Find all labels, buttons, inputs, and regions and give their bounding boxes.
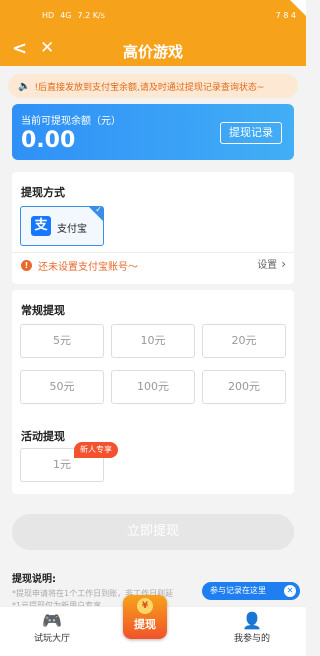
- amount-option[interactable]: 50元: [20, 370, 104, 404]
- tab-label: 我参与的: [233, 634, 270, 644]
- warning-icon: !: [21, 260, 32, 271]
- tab-withdraw[interactable]: ¥ 提现: [123, 595, 167, 641]
- alipay-warning: ! 还未设置支付宝账号～: [21, 258, 138, 273]
- explain-title: 提现说明:: [12, 574, 56, 585]
- check-icon: ✓: [95, 205, 102, 214]
- network-icon: 4G: [60, 11, 72, 20]
- page-title: 高价游戏: [122, 43, 183, 61]
- balance-amount: 0.00: [21, 128, 76, 153]
- alipay-label: 支付宝: [57, 224, 87, 235]
- balance-label: 当前可提现余额（元）: [21, 116, 121, 127]
- method-title: 提现方式: [21, 186, 65, 199]
- participation-tip[interactable]: 参与记录在这里 ✕: [202, 582, 300, 600]
- yen-icon: ¥: [137, 598, 153, 614]
- chevron-right-icon: ›: [281, 257, 286, 271]
- warning-text: 还未设置支付宝账号～: [38, 262, 138, 273]
- tab-play-hall[interactable]: 🎮 试玩大厅: [12, 611, 92, 644]
- withdraw-record-button[interactable]: 提现记录: [220, 122, 282, 144]
- withdraw-now-button[interactable]: 立即提现: [12, 514, 294, 550]
- balance-card: 当前可提现余额（元） 0.00 提现记录: [12, 104, 294, 160]
- user-icon: 👤: [242, 611, 262, 630]
- speed-label: 7.2 K/s: [77, 11, 105, 20]
- notice-text: !后直接发放到支付宝余额,请及时通过提现记录查询状态~: [34, 82, 265, 93]
- status-bar: HD 4G 7.2 K/s 7 8 4: [0, 0, 306, 34]
- amount-option[interactable]: 200元: [202, 370, 286, 404]
- gamepad-icon: 🎮: [42, 611, 62, 630]
- tab-label: 试玩大厅: [33, 634, 70, 644]
- tab-bar: 🎮 试玩大厅 ¥ 提现 👤 我参与的: [0, 595, 306, 656]
- alipay-option[interactable]: 支 支付宝 ✓: [20, 205, 104, 246]
- tab-label: 提现: [134, 618, 156, 631]
- close-icon[interactable]: ✕: [284, 585, 296, 597]
- amount-option[interactable]: 100元: [111, 370, 195, 404]
- tip-text: 参与记录在这里: [210, 586, 266, 595]
- amount-card: 常规提现 5元 10元 20元 50元 100元 200元 活动提现 1元 新人…: [12, 290, 294, 494]
- tab-my-participation[interactable]: 👤 我参与的: [212, 611, 292, 644]
- notice-banner: 🔈 !后直接发放到支付宝余额,请及时通过提现记录查询状态~: [8, 74, 298, 98]
- status-left: HD 4G 7.2 K/s: [42, 11, 105, 20]
- regular-title: 常规提现: [21, 304, 65, 317]
- speaker-icon: 🔈: [18, 80, 31, 92]
- amount-option[interactable]: 5元: [20, 324, 104, 358]
- new-user-badge: 新人专享: [74, 442, 118, 458]
- corner-fold: [290, 0, 306, 16]
- nav-bar: < ✕ 高价游戏: [0, 34, 306, 66]
- amount-option[interactable]: 10元: [111, 324, 195, 358]
- setup-button[interactable]: 设置 ›: [257, 256, 286, 271]
- divider: [12, 252, 294, 253]
- signal-icon: HD: [42, 11, 55, 20]
- amount-option[interactable]: 20元: [202, 324, 286, 358]
- method-card: 提现方式 支 支付宝 ✓ ! 还未设置支付宝账号～ 设置 ›: [12, 172, 294, 284]
- activity-title: 活动提现: [21, 430, 65, 443]
- alipay-icon: 支: [31, 216, 51, 236]
- setup-label: 设置: [257, 260, 278, 271]
